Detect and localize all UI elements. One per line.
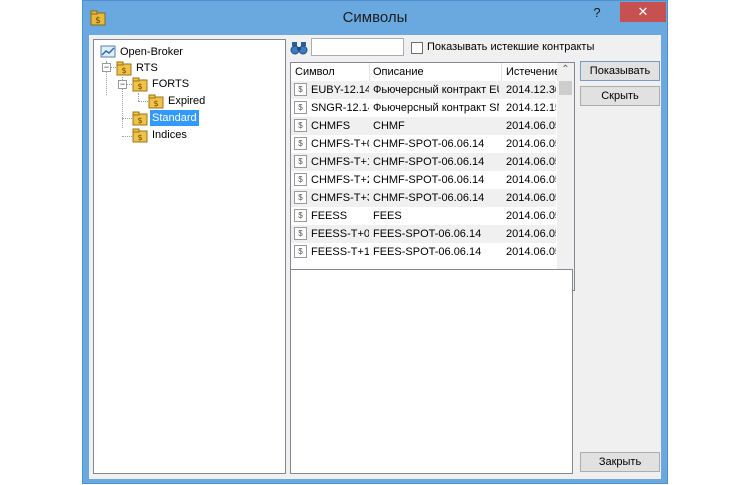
- scroll-thumb[interactable]: [559, 81, 572, 95]
- table-header: Символ Описание Истечение: [291, 63, 560, 81]
- svg-text:$: $: [137, 116, 142, 125]
- cell-symbol: EUBY-12.14: [311, 84, 369, 96]
- show-expired-label: Показывать истекшие контракты: [427, 41, 595, 53]
- tree-label-standard: Standard: [150, 110, 199, 126]
- close-window-button[interactable]: ✕: [620, 2, 666, 22]
- symbol-icon: $: [294, 227, 307, 240]
- column-header-description[interactable]: Описание: [373, 66, 424, 78]
- cell-expiry: 2014.06.05: [506, 210, 556, 222]
- help-button[interactable]: ?: [587, 5, 607, 23]
- cell-description: FEES: [373, 210, 402, 222]
- cell-symbol: CHMFS-T+1: [311, 156, 369, 168]
- cell-symbol: CHMFS-T+0: [311, 138, 369, 150]
- symbol-icon: $: [294, 191, 307, 204]
- cell-description: CHMF-SPOT-06.06.14: [373, 156, 485, 168]
- tree-label-open-broker: Open-Broker: [120, 46, 183, 58]
- close-button[interactable]: Закрыть: [580, 452, 660, 472]
- chart-icon: [100, 45, 116, 58]
- title-bar[interactable]: $ Символы ? ✕: [83, 1, 667, 35]
- symbol-icon: $: [294, 119, 307, 132]
- symbol-icon: $: [294, 173, 307, 186]
- cell-expiry: 2014.06.05: [506, 174, 556, 186]
- cell-description: CHMF-SPOT-06.06.14: [373, 192, 485, 204]
- folder-dollar-icon: $: [148, 94, 164, 109]
- collapse-rts-icon[interactable]: −: [102, 63, 111, 72]
- symbol-icon: $: [294, 101, 307, 114]
- cell-description: FEES-SPOT-06.06.14: [373, 246, 482, 258]
- svg-text:$: $: [121, 66, 126, 75]
- table-row[interactable]: $ SNGR-12.14 Фьючерсный контракт SN... 2…: [291, 99, 556, 117]
- table-row[interactable]: $ CHMFS CHMF 2014.06.05: [291, 117, 556, 135]
- folder-dollar-icon: $: [116, 61, 132, 76]
- cell-symbol: FEESS-T+1: [311, 246, 369, 258]
- table-row[interactable]: $ CHMFS-T+2 CHMF-SPOT-06.06.14 2014.06.0…: [291, 171, 556, 189]
- folder-dollar-icon: $: [132, 77, 148, 92]
- symbol-icon: $: [294, 245, 307, 258]
- tree-label-indices: Indices: [152, 129, 187, 141]
- symbols-table[interactable]: Символ Описание Истечение $ EUBY-12.14 Ф…: [290, 62, 575, 291]
- symbol-icon: $: [294, 155, 307, 168]
- cell-expiry: 2014.06.05: [506, 156, 556, 168]
- cell-description: Фьючерсный контракт SN...: [373, 102, 499, 114]
- cell-symbol: FEESS: [311, 210, 348, 222]
- table-scrollbar[interactable]: ⌃ ⌄: [557, 63, 574, 290]
- table-row[interactable]: $ FEESS FEES 2014.06.05: [291, 207, 556, 225]
- symbol-tree[interactable]: Open-Broker − $ RTS − $ FORTS $ Expired …: [93, 39, 286, 474]
- scroll-up-icon[interactable]: ⌃: [557, 63, 574, 77]
- collapse-forts-icon[interactable]: −: [118, 80, 127, 89]
- show-expired-checkbox[interactable]: [411, 42, 423, 54]
- symbol-details-pane: [290, 269, 573, 474]
- dialog-body: Open-Broker − $ RTS − $ FORTS $ Expired …: [89, 35, 661, 479]
- cell-symbol: FEESS-T+0: [311, 228, 369, 240]
- table-row[interactable]: $ FEESS-T+0 FEES-SPOT-06.06.14 2014.06.0…: [291, 225, 556, 243]
- cell-description: CHMF-SPOT-06.06.14: [373, 138, 485, 150]
- show-button[interactable]: Показывать: [580, 61, 660, 81]
- svg-text:$: $: [137, 133, 142, 142]
- symbol-icon: $: [294, 137, 307, 150]
- cell-expiry: 2014.06.05: [506, 138, 556, 150]
- cell-symbol: CHMFS-T+3: [311, 192, 369, 204]
- table-row[interactable]: $ CHMFS-T+1 CHMF-SPOT-06.06.14 2014.06.0…: [291, 153, 556, 171]
- symbols-window: $ Символы ? ✕ Open-Broker − $ RTS − $ FO…: [82, 0, 668, 484]
- tree-label-forts: FORTS: [152, 78, 190, 90]
- symbol-search-input[interactable]: [311, 38, 404, 56]
- cell-expiry: 2014.12.30: [506, 84, 556, 96]
- folder-dollar-icon: $: [132, 128, 148, 143]
- cell-expiry: 2014.06.05: [506, 192, 556, 204]
- svg-text:$: $: [137, 82, 142, 91]
- tree-label-expired: Expired: [168, 95, 206, 107]
- hide-button[interactable]: Скрыть: [580, 86, 660, 106]
- cell-expiry: 2014.06.05: [506, 120, 556, 132]
- window-title: Символы: [342, 9, 408, 26]
- cell-expiry: 2014.06.05: [506, 228, 556, 240]
- cell-description: CHMF: [373, 120, 405, 132]
- binoculars-icon[interactable]: [290, 40, 308, 56]
- folder-dollar-icon: $: [132, 111, 148, 126]
- table-row[interactable]: $ FEESS-T+1 FEES-SPOT-06.06.14 2014.06.0…: [291, 243, 556, 261]
- table-row[interactable]: $ EUBY-12.14 Фьючерсный контракт EU... 2…: [291, 81, 556, 99]
- cell-expiry: 2014.12.15: [506, 102, 556, 114]
- table-row[interactable]: $ CHMFS-T+0 CHMF-SPOT-06.06.14 2014.06.0…: [291, 135, 556, 153]
- svg-text:$: $: [153, 99, 158, 108]
- cell-description: Фьючерсный контракт EU...: [373, 84, 499, 96]
- cell-description: FEES-SPOT-06.06.14: [373, 228, 482, 240]
- cell-symbol: CHMFS: [311, 120, 351, 132]
- table-row[interactable]: $ CHMFS-T+3 CHMF-SPOT-06.06.14 2014.06.0…: [291, 189, 556, 207]
- column-header-expiry[interactable]: Истечение: [506, 66, 560, 78]
- symbol-icon: $: [294, 83, 307, 96]
- cell-description: CHMF-SPOT-06.06.14: [373, 174, 485, 186]
- cell-symbol: CHMFS-T+2: [311, 174, 369, 186]
- column-header-symbol[interactable]: Символ: [295, 66, 335, 78]
- cell-symbol: SNGR-12.14: [311, 102, 369, 114]
- symbol-icon: $: [294, 209, 307, 222]
- tree-label-rts: RTS: [136, 62, 158, 74]
- cell-expiry: 2014.06.05: [506, 246, 556, 258]
